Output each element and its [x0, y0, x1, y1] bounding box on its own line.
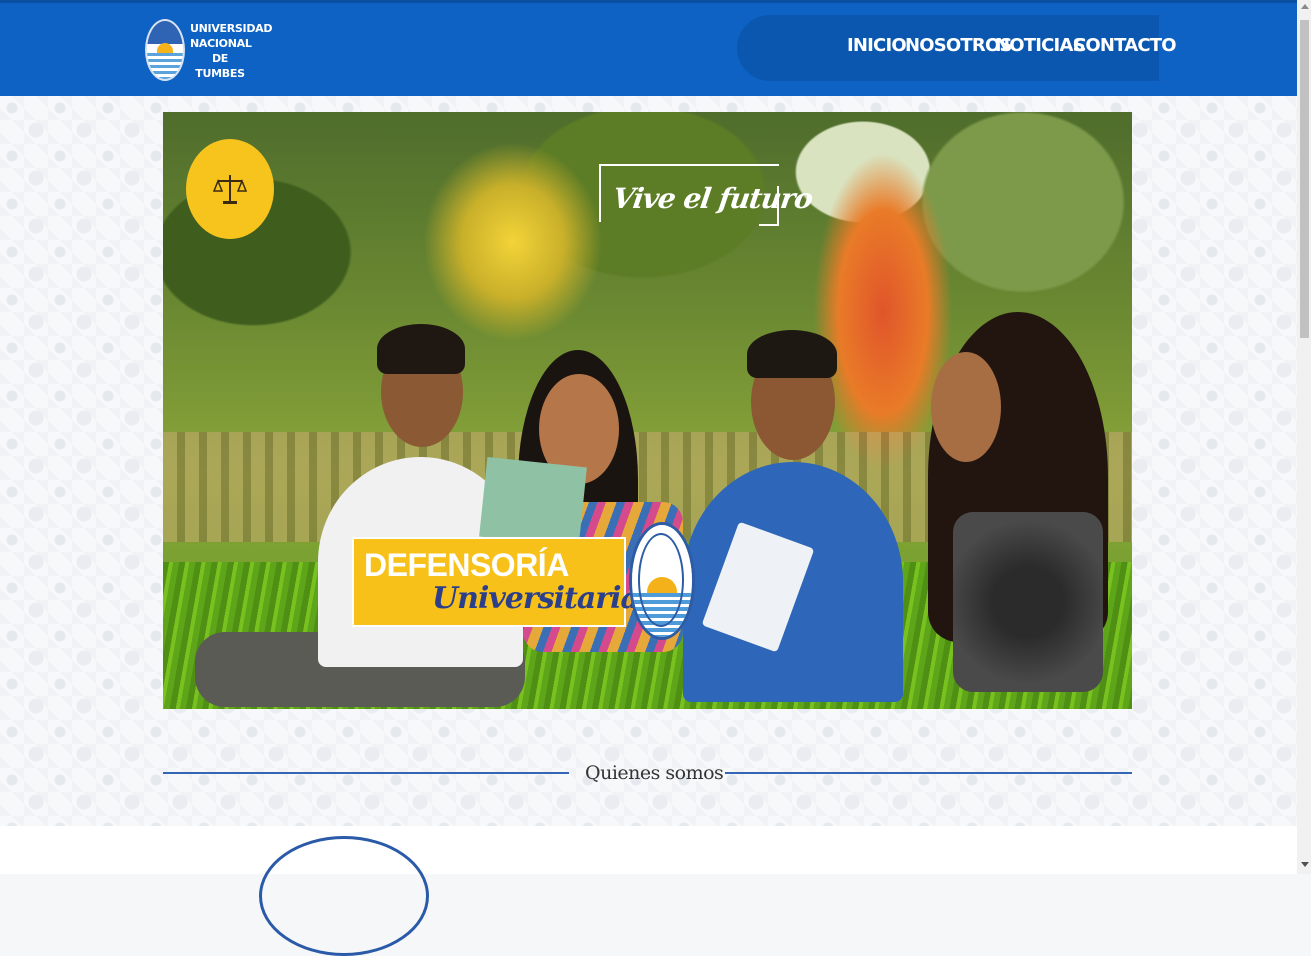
student-3-hair	[747, 330, 837, 378]
defensoria-subtitle: Universitaria	[432, 581, 640, 616]
university-name-line-2: NACIONAL	[190, 37, 252, 50]
section-title: Quienes somos	[585, 762, 724, 784]
logo-sea	[147, 53, 183, 79]
scales-of-justice-glyph	[212, 175, 248, 204]
student-4-head	[931, 352, 1001, 462]
university-seal	[629, 522, 695, 640]
content-area	[0, 826, 1297, 874]
university-name-line-3: DE TUMBES	[195, 52, 245, 80]
student-4	[953, 512, 1103, 692]
scroll-up-arrow-icon[interactable]	[1301, 4, 1309, 9]
notebook	[479, 456, 587, 548]
hero-banner: Vive el futuro DEFENSORÍA Universitaria	[163, 112, 1132, 709]
defensoria-title: DEFENSORÍA	[364, 547, 569, 583]
nav-contacto[interactable]: CONTACTO	[1073, 35, 1177, 56]
section-divider-right	[725, 772, 1132, 774]
logo-sky	[147, 21, 183, 45]
profile-image-frame	[259, 836, 429, 956]
defensoria-banner: DEFENSORÍA Universitaria	[352, 537, 640, 627]
university-name[interactable]: UNIVERSIDAD NACIONAL DE TUMBES	[190, 21, 273, 81]
logo-sun	[157, 43, 173, 53]
university-logo[interactable]	[145, 19, 185, 81]
university-name-line-1: UNIVERSIDAD	[190, 22, 273, 35]
slogan-text: Vive el futuro	[610, 182, 815, 215]
student-1-hair	[377, 324, 465, 374]
scrollbar-thumb[interactable]	[1300, 20, 1309, 338]
nav-noticias[interactable]: NOTICIAS	[995, 35, 1086, 56]
section-divider-left	[163, 772, 569, 774]
hero-yellow-leaves	[423, 142, 603, 342]
scales-of-justice-icon	[186, 139, 274, 239]
nav-inicio[interactable]: INICIO	[847, 35, 907, 56]
seal-ring	[638, 533, 684, 627]
scroll-down-arrow-icon[interactable]	[1301, 862, 1309, 867]
site-header: UNIVERSIDAD NACIONAL DE TUMBES INICIO NO…	[0, 0, 1297, 96]
